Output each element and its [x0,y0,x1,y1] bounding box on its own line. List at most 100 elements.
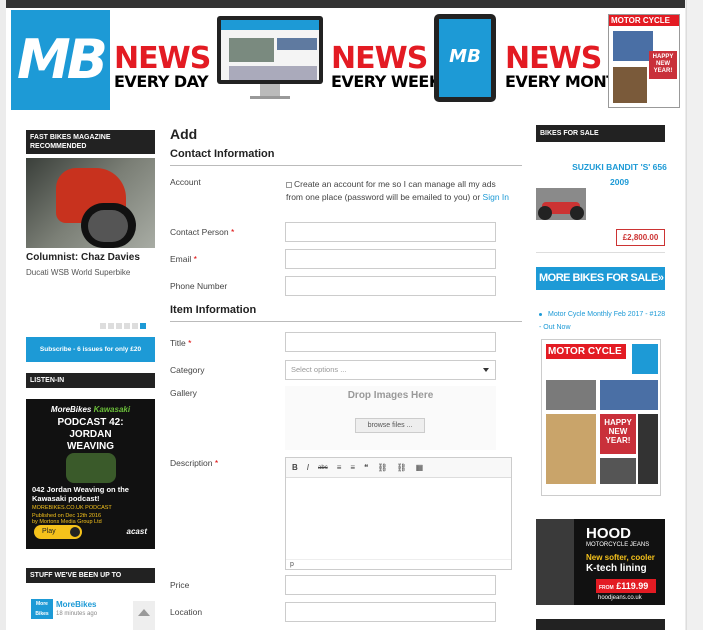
magazine-cover: MOTOR CYCLE HAPPY NEW YEAR! [608,14,680,108]
italic-button[interactable]: I [307,463,309,472]
contact-person-label: Contact Person * [170,227,235,237]
fast-bikes-heading: FAST BIKES MAGAZINE RECOMMENDED [26,130,155,154]
subscribe-button[interactable]: Subscribe - 6 issues for only £20 [26,337,155,362]
magazine-cover-large[interactable]: MOTOR CYCLE HAPPY NEW YEAR! [541,339,661,496]
bike-price: £2,800.00 [616,229,665,246]
tablet-logo: MB [439,19,491,97]
hood-price: £119.99 [616,581,649,591]
page-title: Add [170,126,198,142]
location-input[interactable] [285,602,496,622]
drop-text: Drop Images Here [347,390,434,401]
play-label: Play [42,528,56,535]
contact-person-input[interactable] [285,222,496,242]
columnist-title[interactable]: Columnist: Chaz Davies [26,252,140,263]
feed-scroll-up[interactable] [133,601,155,630]
phone-label: Phone Number [170,281,228,291]
news-every-day: NEWS EVERY DAY [114,41,211,90]
divider [170,321,522,322]
category-label: Category [170,365,205,375]
price-label: Price [170,580,190,590]
hood-site: hoodjeans.co.uk [598,595,642,601]
link-button[interactable]: ⛓ [377,463,387,472]
divider [170,165,522,166]
image-dropzone[interactable]: Drop Images Here browse files ... [285,386,496,450]
podcast-line3: WEAVING [66,441,115,452]
bold-button[interactable]: B [292,463,298,472]
contact-heading: Contact Information [170,148,275,160]
mb-logo[interactable]: MB [11,10,110,110]
quote-button[interactable]: ❝ [364,463,368,472]
top-bar [6,0,685,8]
listen-in-heading: LISTEN-IN [26,373,155,388]
imac-image [217,16,323,100]
account-option[interactable]: Create an account for me so I can manage… [286,178,512,204]
divider [536,252,665,253]
mag-title: MOTOR CYCLE [546,344,626,359]
motor-cycle-monthly-link[interactable]: Motor Cycle Monthly Feb 2017 - #128 - Ou… [539,308,669,334]
description-label: Description * [170,458,219,468]
news-word: NEWS [114,41,211,76]
bike-listing-title[interactable]: SUZUKI BANDIT 'S' 656 2009 [572,160,667,190]
feed-logo: More Bikes [31,599,53,619]
account-text: Create an account for me so I can manage… [286,179,496,202]
hood-jeans-ad[interactable]: HOOD MOTORCYCLE JEANS New softer, cooler… [536,519,665,605]
tablet-image: MB [434,14,496,102]
unlink-button[interactable]: ⛓ [397,463,407,472]
magazine-title: MOTOR CYCLE [609,15,679,26]
podcast-line1: PODCAST 42: [57,417,124,428]
play-button[interactable]: Play [34,525,82,539]
racing-photo[interactable] [26,158,155,248]
category-select[interactable]: Select options ... [285,360,496,380]
window-scrollbar[interactable] [686,0,703,630]
mag-tag: HAPPY NEW YEAR! [600,414,636,454]
numbered-list-button[interactable]: ≡ [350,463,355,472]
email-input[interactable] [285,249,496,269]
bullet-list-button[interactable]: ≡ [337,463,342,472]
title-input[interactable] [285,332,496,352]
podcast-desc: 042 Jordan Weaving on the Kawasaki podca… [32,485,129,503]
content-wrapper: MB NEWS EVERY DAY NEWS EVERY WEEK MB NEW… [6,8,685,630]
browse-files-button[interactable]: browse files ... [355,418,425,433]
page: MB NEWS EVERY DAY NEWS EVERY WEEK MB NEW… [0,0,703,630]
bike-thumbnail[interactable] [536,188,586,220]
acast-logo: acast [126,527,147,536]
phone-input[interactable] [285,276,496,296]
hood-sub: MOTORCYCLE JEANS [586,542,650,548]
sign-in-link[interactable]: Sign In [483,192,509,202]
editor-toolbar: B I abc ≡ ≡ ❝ ⛓ ⛓ ▦ [286,458,511,478]
news-sub: EVERY WEEK [331,72,441,91]
podcast-line2: JORDAN [69,429,112,440]
chevron-up-icon [138,609,150,616]
podcast-brand2: Kawasaki [93,405,131,414]
strikethrough-button[interactable]: abc [318,465,328,471]
right-heading-stub [536,619,665,630]
hood-line2: K-tech lining [586,563,647,574]
location-label: Location [170,607,203,617]
stuff-heading: STUFF WE'VE BEEN UP TO [26,568,155,583]
carousel-dots[interactable] [100,323,146,329]
columnist-subtitle: Ducati WSB World Superbike [26,268,131,277]
bikes-for-sale-heading: BIKES FOR SALE [536,125,665,142]
category-placeholder: Select options ... [291,365,347,374]
hood-line1: New softer, cooler [586,553,655,562]
email-label: Email * [170,254,197,264]
item-heading: Item Information [170,304,257,316]
gallery-label: Gallery [170,388,197,398]
feed-name[interactable]: MoreBikes [56,600,96,609]
description-editor[interactable]: B I abc ≡ ≡ ❝ ⛓ ⛓ ▦ p [285,457,512,570]
price-input[interactable] [285,575,496,595]
account-checkbox[interactable] [286,181,292,188]
title-label: Title * [170,338,192,348]
hood-brand: HOOD [586,525,631,542]
table-button[interactable]: ▦ [416,463,424,472]
more-bikes-button[interactable]: MORE BIKES FOR SALE» [536,267,665,290]
news-every-week: NEWS EVERY WEEK [331,44,441,90]
header-banner[interactable]: MB NEWS EVERY DAY NEWS EVERY WEEK MB NEW… [11,10,681,110]
podcast-site: MOREBIKES.CO.UK PODCAST [32,505,112,511]
podcast-widget[interactable]: MoreBikes Kawasaki PODCAST 42: JORDAN WE… [26,399,155,549]
editor-status: p [286,559,511,569]
feed-time: 18 minutes ago [56,611,98,617]
bullet-icon [539,312,542,316]
podcast-brand: MoreBikes [50,405,92,414]
account-label: Account [170,177,201,187]
